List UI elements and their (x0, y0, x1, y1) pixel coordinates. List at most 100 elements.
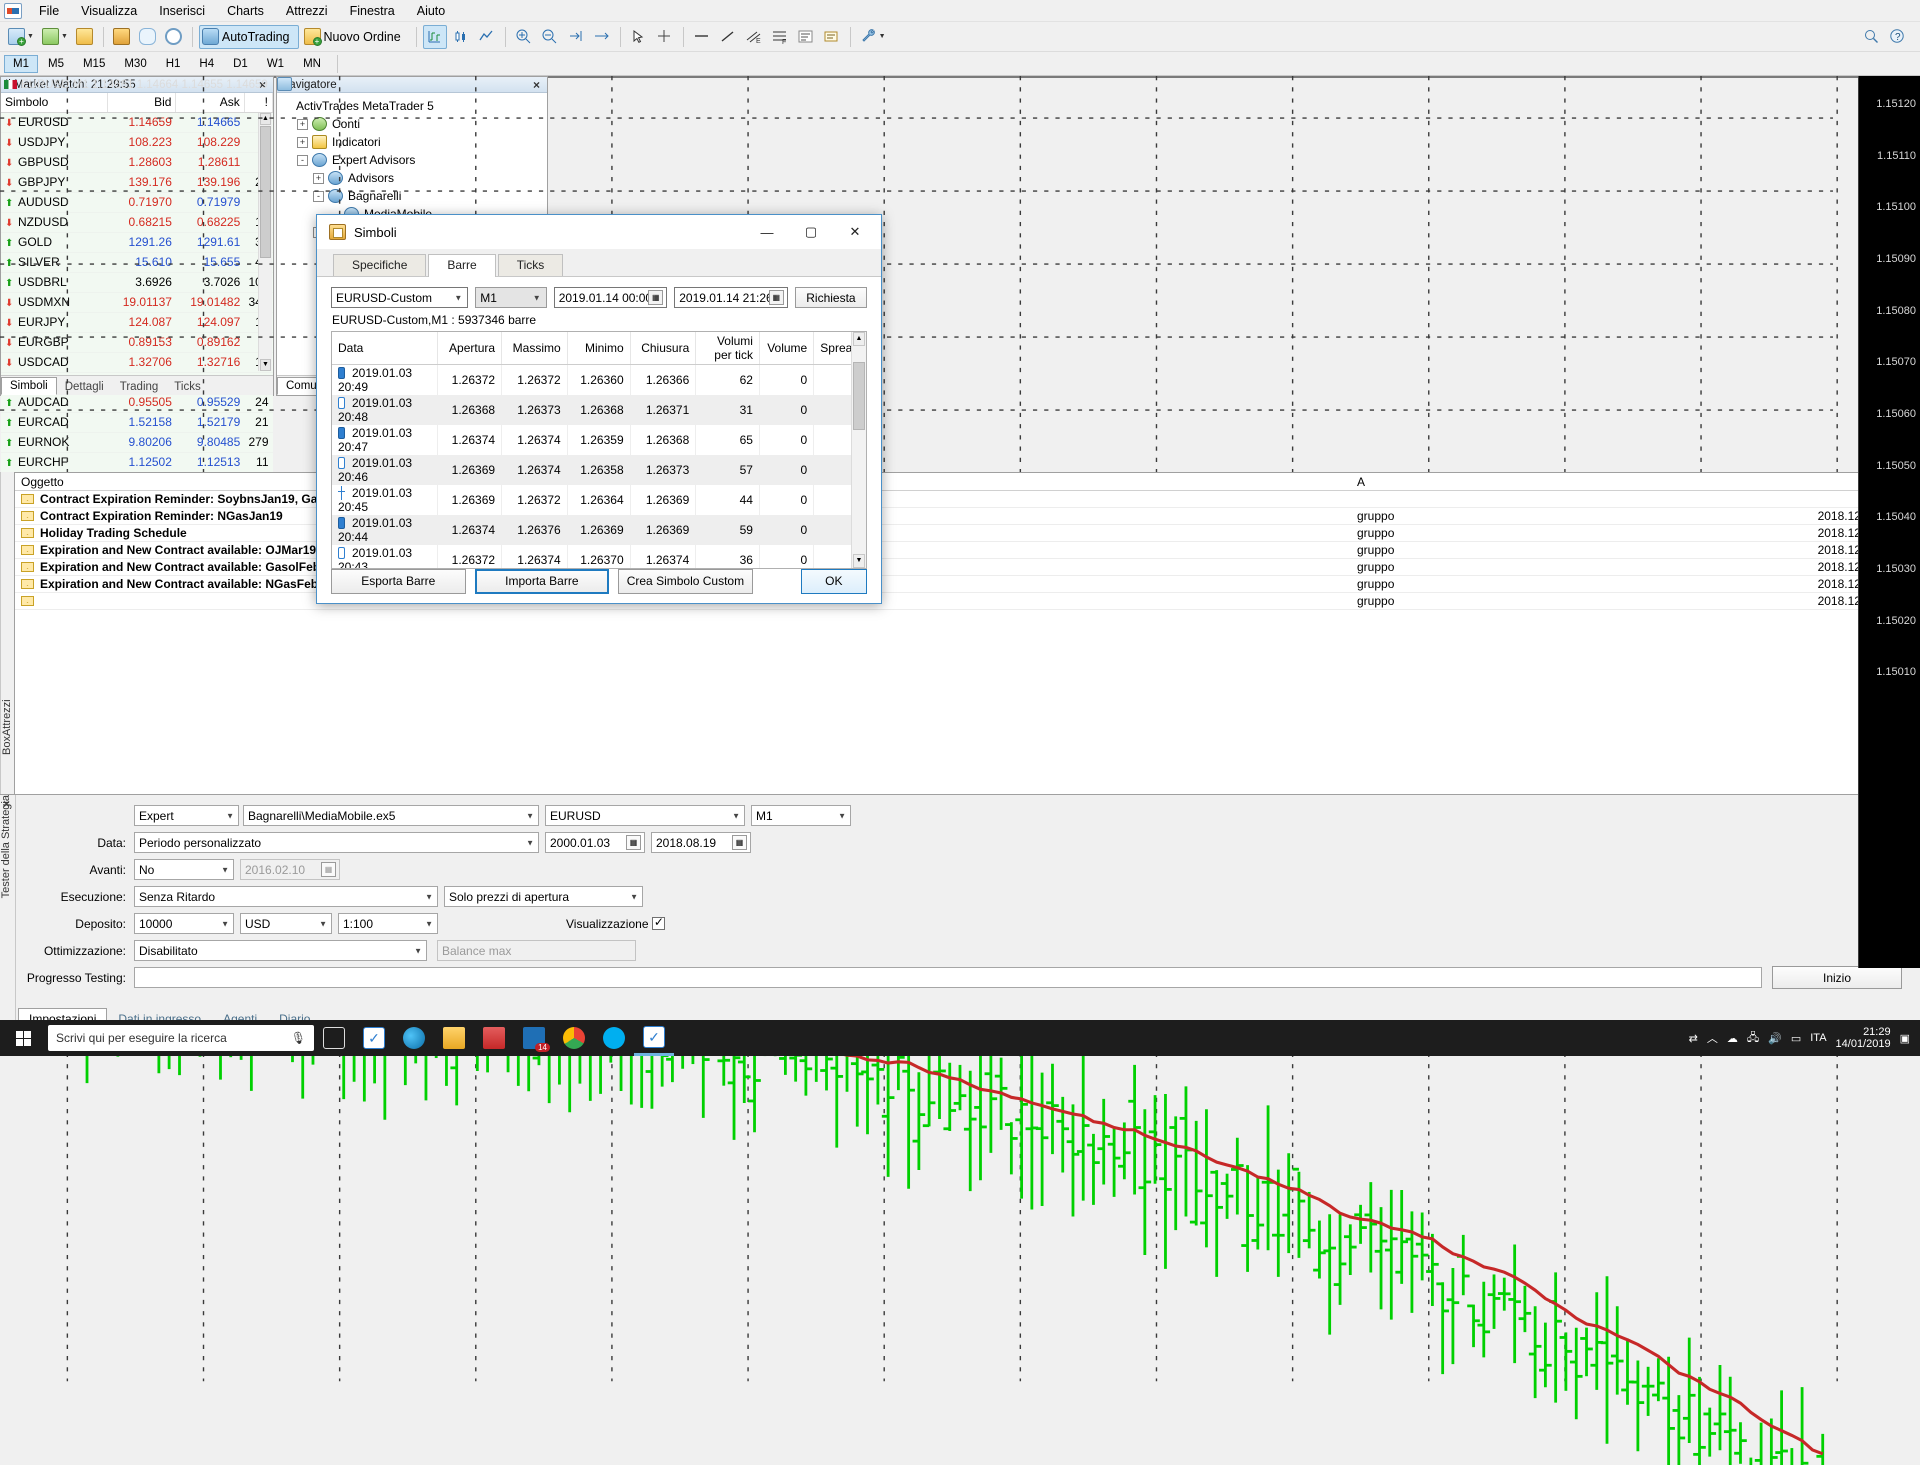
esecuzione-select[interactable]: Senza Ritardo ▼ (134, 886, 438, 907)
taskbar-app-todo[interactable]: ✓ (354, 1020, 394, 1056)
date-from-input[interactable]: 2000.01.03 ▦ (545, 832, 645, 853)
shift-end-button[interactable] (564, 25, 588, 49)
visualizzazione-control[interactable]: Visualizzazione (566, 915, 665, 931)
menu-item-finestra[interactable]: Finestra (339, 1, 406, 21)
cursor-button[interactable] (627, 25, 651, 49)
timeframe-m5[interactable]: M5 (39, 55, 73, 73)
tray-onedrive-icon[interactable]: ☁ (1727, 1032, 1738, 1045)
column-data[interactable]: Data (332, 332, 438, 365)
menu-item-file[interactable]: File (28, 1, 70, 21)
line-chart-button[interactable] (475, 25, 499, 49)
label-button[interactable] (820, 25, 844, 49)
tray-battery-icon[interactable]: ▭ (1791, 1032, 1801, 1045)
taskbar-search-input[interactable]: Scrivi qui per eseguire la ricerca 🎙 (48, 1025, 314, 1051)
search-button[interactable] (1859, 25, 1883, 49)
navigator-button[interactable] (136, 25, 160, 49)
start-button[interactable] (0, 1020, 46, 1056)
timeframe-mn[interactable]: MN (294, 55, 330, 73)
help-button[interactable]: ? (1885, 25, 1909, 49)
text-button[interactable] (794, 25, 818, 49)
notifications-icon[interactable]: ▣ (1900, 1032, 1910, 1045)
expert-path-select[interactable]: Bagnarelli\MediaMobile.ex5 ▼ (243, 805, 539, 826)
leverage-select[interactable]: 1:100 ▼ (338, 913, 438, 934)
column-minimo[interactable]: Minimo (567, 332, 631, 365)
data-mode-select[interactable]: Periodo personalizzato ▼ (134, 832, 539, 853)
taskbar-app-explorer[interactable] (434, 1020, 474, 1056)
table-row[interactable]: 2019.01.03 20:47 1.26374 1.26374 1.26359 1.2… (332, 425, 866, 455)
table-row[interactable]: 2019.01.03 20:48 1.26368 1.26373 1.26368 1.2… (332, 395, 866, 425)
tray-volume-icon[interactable]: 🔊 (1768, 1032, 1782, 1045)
list-item[interactable]: gruppo2018.12.20 09:20 (15, 593, 1919, 610)
scroll-up-icon[interactable]: ▲ (853, 332, 865, 346)
timeframe-h1[interactable]: H1 (157, 55, 190, 73)
dialog-date-from-input[interactable]: 2019.01.14 00:00 ▦ (553, 287, 668, 308)
fibonacci-button[interactable]: F (768, 25, 792, 49)
profiles-button[interactable]: ▼ (39, 25, 71, 49)
expert-type-select[interactable]: Expert ▼ (134, 805, 239, 826)
calendar-icon[interactable]: ▦ (732, 835, 747, 850)
new-chart-button[interactable]: + ▼ (5, 25, 37, 49)
taskbar-app-skype[interactable] (594, 1020, 634, 1056)
menu-item-attrezzi[interactable]: Attrezzi (275, 1, 339, 21)
esporta-barre-button[interactable]: Esporta Barre (331, 568, 466, 594)
new-order-button[interactable]: + Nuovo Ordine (301, 25, 410, 49)
trendline-button[interactable] (716, 25, 740, 49)
table-row[interactable]: 2019.01.03 20:49 1.26372 1.26372 1.26360 1.2… (332, 364, 866, 395)
simboli-dialog[interactable]: Simboli — ▢ ✕ Specifiche Barre Ticks EUR… (316, 214, 882, 604)
tray-expand-icon[interactable]: ︿ (1707, 1030, 1718, 1046)
esecuzione-mode-select[interactable]: Solo prezzi di apertura ▼ (444, 886, 643, 907)
list-item[interactable]: Holiday Trading Schedule gruppo 2018.12.25… (15, 525, 1919, 542)
list-item[interactable]: Expiration and New Contract available: O… (15, 542, 1919, 559)
data-window-button[interactable] (110, 25, 134, 49)
bars-grid[interactable]: Data Apertura Massimo Minimo Chiusura Vo… (331, 331, 867, 569)
menu-item-charts[interactable]: Charts (216, 1, 275, 21)
column-volume[interactable]: Volume (759, 332, 815, 365)
chevron-down-icon[interactable]: ▼ (27, 33, 34, 40)
taskbar-app-store[interactable] (474, 1020, 514, 1056)
chart-window[interactable]: EURUSD,M1 1.14661 1.14664 1.14655 1.1465… (0, 76, 1920, 1465)
timeframe-m30[interactable]: M30 (115, 55, 155, 73)
start-button[interactable]: Inizio (1772, 966, 1902, 989)
zoom-in-button[interactable] (512, 25, 536, 49)
timeframe-h4[interactable]: H4 (190, 55, 223, 73)
zoom-out-button[interactable] (538, 25, 562, 49)
table-row[interactable]: 2019.01.03 20:45 1.26369 1.26372 1.26364 1.2… (332, 485, 866, 515)
menu-item-visualizza[interactable]: Visualizza (70, 1, 148, 21)
taskbar-app-metatrader[interactable]: ✓ (634, 1020, 674, 1056)
richiesta-button[interactable]: Richiesta (794, 287, 868, 308)
dialog-symbol-select[interactable]: EURUSD-Custom ▼ (331, 287, 469, 308)
equidistant-button[interactable]: E (742, 25, 766, 49)
close-button[interactable]: ✕ (833, 217, 877, 247)
task-view-button[interactable] (314, 1020, 354, 1056)
objects-button[interactable]: ▼ (857, 25, 889, 49)
timeframe-w1[interactable]: W1 (258, 55, 293, 73)
tester-vertical-label[interactable]: Tester della Strategia (0, 795, 12, 908)
tester-timeframe-select[interactable]: M1 ▼ (751, 805, 851, 826)
visualizzazione-checkbox[interactable] (651, 915, 665, 930)
list-item[interactable]: Expiration and New Contract available: G… (15, 559, 1919, 576)
currency-select[interactable]: USD ▼ (240, 913, 332, 934)
chevron-down-icon[interactable]: ▼ (879, 33, 886, 40)
table-row[interactable]: 2019.01.03 20:46 1.26369 1.26374 1.26358 1.2… (332, 455, 866, 485)
scrollbar-thumb[interactable] (853, 362, 865, 430)
crea-simbolo-custom-button[interactable]: Crea Simbolo Custom (618, 568, 753, 594)
candle-chart-button[interactable] (449, 25, 473, 49)
signals-button[interactable] (162, 25, 186, 49)
dialog-date-to-input[interactable]: 2019.01.14 21:26 ▦ (674, 287, 788, 308)
ok-button[interactable]: OK (800, 568, 868, 594)
microphone-icon[interactable]: 🎙 (291, 1031, 306, 1045)
date-to-input[interactable]: 2018.08.19 ▦ (651, 832, 751, 853)
menu-item-inserisci[interactable]: Inserisci (148, 1, 216, 21)
minimize-button[interactable]: — (745, 217, 789, 247)
calendar-icon[interactable]: ▦ (648, 290, 664, 305)
tester-symbol-select[interactable]: EURUSD ▼ (545, 805, 745, 826)
dialog-timeframe-select[interactable]: M1 ▼ (475, 287, 547, 308)
chevron-down-icon[interactable]: ▼ (61, 33, 68, 40)
taskbar-app-chrome[interactable] (554, 1020, 594, 1056)
deposito-input[interactable]: 10000 ▼ (134, 913, 234, 934)
table-row[interactable]: 2019.01.03 20:44 1.26374 1.26376 1.26369 1.2… (332, 515, 866, 545)
list-item[interactable]: Contract Expiration Reminder: SoybnsJan1… (15, 491, 1919, 508)
calendar-icon[interactable]: ▦ (626, 835, 641, 850)
importa-barre-button[interactable]: Importa Barre (474, 568, 610, 594)
tray-share-icon[interactable]: ⇄ (1689, 1032, 1698, 1045)
